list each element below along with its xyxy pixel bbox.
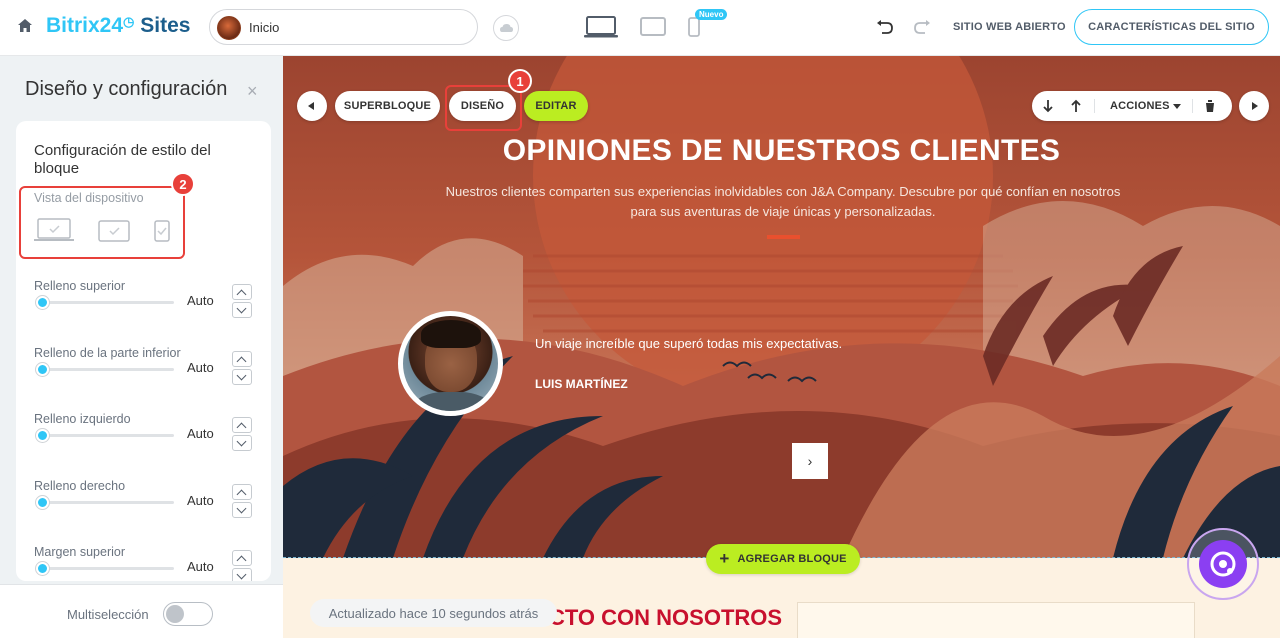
divider [1192, 99, 1193, 113]
testimonial-author: LUIS MARTÍNEZ [535, 377, 628, 391]
panel-footer: Multiselección [0, 584, 283, 638]
home-icon[interactable] [16, 17, 34, 35]
actions-menu[interactable]: ACCIONES [1110, 100, 1170, 112]
new-badge: Nuevo [695, 9, 728, 20]
page-selector[interactable]: Inicio [209, 9, 478, 45]
superblock-button[interactable]: SUPERBLOQUE [335, 91, 440, 121]
section-subtitle: Nuestros clientes comparten sus experien… [445, 184, 1121, 219]
desktop-view-icon[interactable] [584, 15, 618, 39]
cloud-icon[interactable] [493, 15, 519, 41]
field-value: Auto [187, 293, 214, 308]
tablet-view-icon[interactable] [640, 17, 666, 37]
slider-handle[interactable] [36, 363, 49, 376]
stepper-down-icon[interactable] [232, 369, 252, 385]
stepper-up-icon[interactable] [232, 351, 252, 367]
padding-top-field: Relleno superior Auto [34, 279, 256, 331]
highlight-design-button [445, 85, 522, 131]
field-label: Relleno de la parte inferior [34, 346, 181, 360]
autosave-status: Actualizado hace 10 segundos atrás [310, 599, 557, 627]
next-block-button[interactable] [1239, 91, 1269, 121]
section-title: OPINIONES DE NUESTROS CLIENTES [502, 134, 1061, 167]
multiselect-toggle[interactable] [163, 602, 213, 626]
multiselect-label: Multiselección [67, 607, 149, 622]
field-label: Relleno derecho [34, 479, 126, 493]
value-stepper[interactable] [232, 550, 252, 581]
stepper-up-icon[interactable] [232, 417, 252, 433]
stepper-down-icon[interactable] [232, 435, 252, 451]
stepper-down-icon[interactable] [232, 568, 252, 581]
padding-bottom-field: Relleno de la parte inferior Auto [34, 346, 256, 398]
close-icon[interactable]: × [247, 81, 258, 102]
stepper-up-icon[interactable] [232, 284, 252, 300]
annotation-badge-2: 2 [171, 172, 195, 196]
copilot-icon [1210, 551, 1236, 577]
title-underline [767, 235, 800, 239]
move-up-icon[interactable] [1070, 99, 1082, 113]
padding-top-slider[interactable] [38, 301, 174, 304]
stepper-up-icon[interactable] [232, 484, 252, 500]
open-site-link[interactable]: SITIO WEB ABIERTO [953, 21, 1066, 33]
move-down-icon[interactable] [1042, 99, 1054, 113]
add-block-button[interactable]: + AGREGAR BLOQUE [706, 544, 860, 574]
value-stepper[interactable] [232, 284, 252, 320]
margin-top-field: Margen superior Auto [34, 545, 256, 581]
trash-icon[interactable] [1204, 99, 1216, 113]
panel-title: Diseño y configuración [25, 78, 228, 100]
contact-form-box [797, 602, 1195, 638]
ai-assistant-button[interactable] [1187, 528, 1259, 600]
value-stepper[interactable] [232, 417, 252, 453]
annotation-badge-1: 1 [508, 69, 532, 93]
contact-section-title: CTO CON NOSOTROS [549, 605, 783, 630]
site-settings-button[interactable]: CARACTERÍSTICAS DEL SITIO [1074, 9, 1269, 45]
padding-left-field: Relleno izquierdo Auto [34, 412, 256, 464]
clock-icon: ◷ [123, 14, 135, 29]
edit-button[interactable]: EDITAR [524, 91, 588, 121]
bitrix24-sites-logo[interactable]: Bitrix24◷ Sites [46, 14, 190, 38]
slider-handle[interactable] [36, 496, 49, 509]
divider [1094, 99, 1095, 113]
stepper-up-icon[interactable] [232, 550, 252, 566]
slider-handle[interactable] [36, 296, 49, 309]
stepper-down-icon[interactable] [232, 502, 252, 518]
design-settings-panel: Diseño y configuración × Configuración d… [0, 56, 283, 638]
margin-top-slider[interactable] [38, 567, 174, 570]
value-stepper[interactable] [232, 351, 252, 387]
field-label: Relleno izquierdo [34, 412, 131, 426]
site-canvas: SUPERBLOQUE DISEÑO EDITAR ACCIONES OPINI… [283, 56, 1280, 638]
highlight-device-view [19, 186, 185, 259]
field-value: Auto [187, 360, 214, 375]
page-thumbnail [217, 16, 241, 40]
field-value: Auto [187, 426, 214, 441]
undo-icon[interactable] [875, 19, 895, 35]
redo-icon[interactable] [912, 19, 932, 35]
padding-right-slider[interactable] [38, 501, 174, 504]
prev-block-button[interactable] [297, 91, 327, 121]
slider-handle[interactable] [36, 562, 49, 575]
testimonials-block[interactable]: SUPERBLOQUE DISEÑO EDITAR ACCIONES OPINI… [283, 56, 1280, 558]
slider-handle[interactable] [36, 429, 49, 442]
stepper-down-icon[interactable] [232, 302, 252, 318]
testimonial-quote: Un viaje increíble que superó todas mis … [535, 336, 843, 351]
slider-next-button[interactable]: › [792, 443, 828, 479]
field-value: Auto [187, 493, 214, 508]
padding-bottom-slider[interactable] [38, 368, 174, 371]
block-actions-toolbar: ACCIONES [1032, 91, 1232, 121]
field-label: Relleno superior [34, 279, 126, 293]
phone-view-icon[interactable] [688, 17, 700, 37]
chevron-down-icon[interactable] [1173, 104, 1181, 109]
customer-avatar [398, 311, 503, 416]
jungle-background-illustration [283, 56, 1280, 558]
padding-right-field: Relleno derecho Auto [34, 479, 256, 531]
value-stepper[interactable] [232, 484, 252, 520]
padding-left-slider[interactable] [38, 434, 174, 437]
plus-icon: + [719, 549, 730, 568]
field-label: Margen superior [34, 545, 126, 559]
page-name: Inicio [249, 20, 280, 35]
top-bar: Bitrix24◷ Sites Inicio Nuevo SITIO WEB A… [0, 0, 1280, 56]
field-value: Auto [187, 559, 214, 574]
card-title: Configuración de estilo del bloque [34, 142, 211, 177]
